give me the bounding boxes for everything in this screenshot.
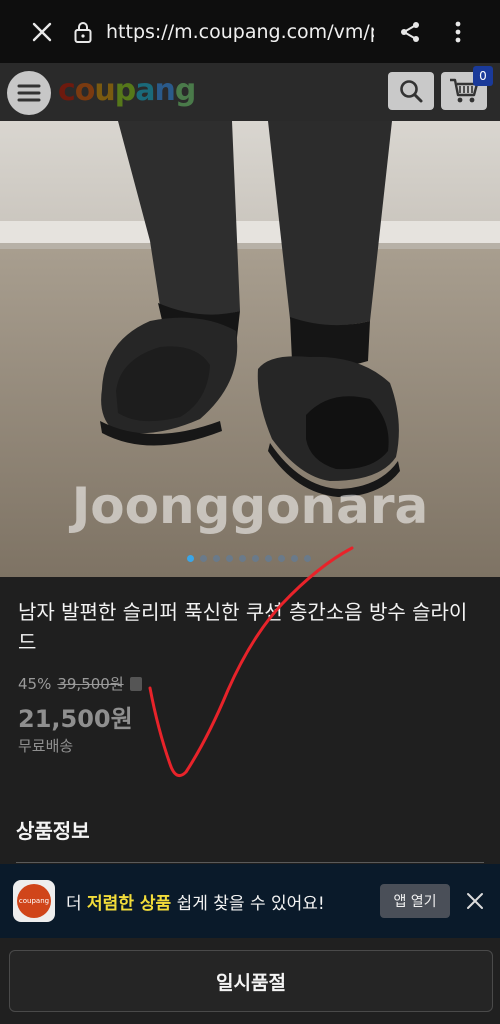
discount-row: 45% 39,500원	[18, 673, 142, 694]
gallery-dot[interactable]	[252, 555, 259, 562]
gallery-dot[interactable]	[304, 555, 311, 562]
app-banner[interactable]: coupang 더 저렴한 상품 쉽게 찾을 수 있어요! 앱 열기	[0, 864, 500, 938]
section-title: 상품정보	[16, 819, 90, 843]
banner-message: 더 저렴한 상품 쉽게 찾을 수 있어요!	[66, 894, 325, 914]
original-price: 39,500원	[57, 675, 124, 693]
gallery-dot[interactable]	[187, 555, 194, 562]
overflow-menu-icon[interactable]	[446, 18, 470, 46]
site-header: coupang	[0, 63, 500, 121]
product-image[interactable]: Joonggonara	[0, 121, 500, 577]
shipping-info: 무료배송	[18, 737, 74, 755]
close-banner-icon[interactable]	[462, 888, 488, 914]
gallery-dot[interactable]	[239, 555, 246, 562]
discount-rate: 45%	[18, 674, 52, 693]
search-button[interactable]	[388, 72, 434, 110]
cart-count-badge: 0	[473, 66, 493, 86]
menu-button[interactable]	[7, 71, 51, 115]
product-title: 남자 발편한 슬리퍼 푹신한 쿠션 층간소음 방수 슬라이드	[18, 600, 468, 654]
close-tab-icon[interactable]	[22, 0, 62, 63]
open-app-button[interactable]: 앱 열기	[380, 884, 450, 918]
hamburger-icon	[17, 84, 41, 102]
gallery-dot[interactable]	[278, 555, 285, 562]
divider	[16, 862, 484, 863]
browser-toolbar: https://m.coupang.com/vm/p	[0, 0, 500, 63]
gallery-dot[interactable]	[213, 555, 220, 562]
product-photo: Joonggonara	[0, 121, 500, 577]
share-icon[interactable]	[396, 18, 424, 46]
url-field[interactable]: https://m.coupang.com/vm/p	[106, 21, 374, 43]
sale-price: 21,500원	[18, 705, 133, 733]
search-icon	[400, 80, 423, 103]
gallery-dot[interactable]	[200, 555, 207, 562]
gallery-pagination[interactable]	[187, 555, 311, 562]
gallery-dot[interactable]	[265, 555, 272, 562]
watermark-text: Joonggonara	[69, 477, 429, 535]
lock-icon[interactable]	[70, 0, 96, 63]
coupang-app-icon: coupang	[13, 880, 55, 922]
gallery-dot[interactable]	[291, 555, 298, 562]
coupang-logo[interactable]: coupang	[58, 73, 196, 108]
price-info-icon[interactable]	[129, 676, 142, 691]
sold-out-button[interactable]: 일시품절	[9, 950, 493, 1012]
gallery-dot[interactable]	[226, 555, 233, 562]
bottom-bar: 일시품절	[0, 938, 500, 1024]
